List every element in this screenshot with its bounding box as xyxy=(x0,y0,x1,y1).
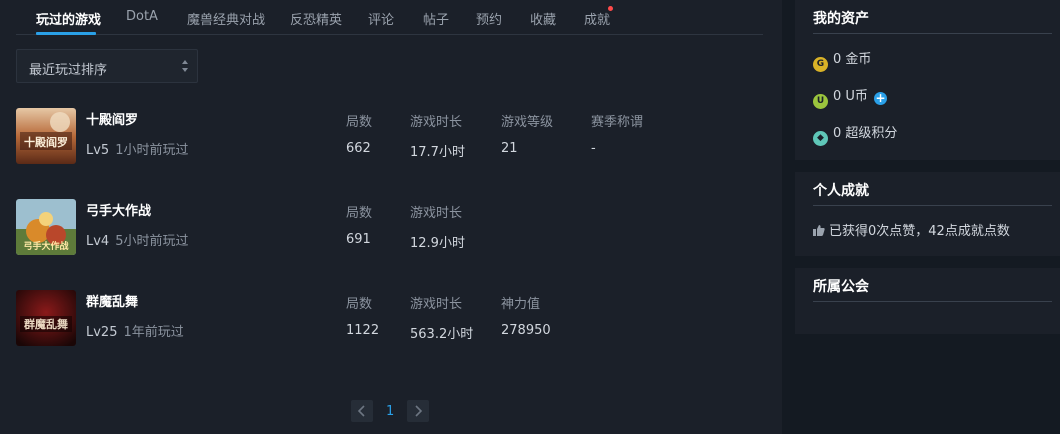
stat-label: 游戏时长 xyxy=(410,115,463,130)
last-played: 5小时前玩过 xyxy=(115,234,189,249)
super-points-icon: ◆ xyxy=(813,131,828,146)
achievements-title: 个人成就 xyxy=(813,183,869,199)
stat-value: 21 xyxy=(501,141,518,156)
notification-dot xyxy=(608,6,613,11)
sort-arrows-icon xyxy=(182,60,188,72)
stat-label: 神力值 xyxy=(501,297,541,312)
stat-value: - xyxy=(591,141,596,156)
level-value: Lv4 xyxy=(86,234,110,249)
game-cover-image[interactable]: 十殿阎罗 xyxy=(16,108,76,164)
stat-value: 12.9小时 xyxy=(410,236,465,251)
tab-favorites[interactable]: 收藏 xyxy=(530,9,556,28)
tab-comments[interactable]: 评论 xyxy=(368,9,394,28)
add-u-coin-button[interactable]: + xyxy=(874,92,888,105)
tab-achievements[interactable]: 成就 xyxy=(584,9,610,28)
game-cover-title: 十殿阎罗 xyxy=(24,135,68,149)
my-assets-panel: 我的资产 G 0 金币 U 0 U币 + ◆ 0 超级积分 xyxy=(795,0,1060,160)
stat-label: 游戏时长 xyxy=(410,297,463,312)
stat-label: 游戏等级 xyxy=(501,115,554,130)
sort-selected-label: 最近玩过排序 xyxy=(29,63,108,78)
stat-value: 662 xyxy=(346,141,371,156)
stat-label: 局数 xyxy=(346,115,373,130)
stat-value: 278950 xyxy=(501,323,551,338)
chevron-right-icon xyxy=(415,405,423,417)
gold-coin-icon: G xyxy=(813,57,828,72)
game-cover-title: 弓手大作战 xyxy=(23,240,68,252)
level-value: Lv5 xyxy=(86,143,110,158)
stat-value: 1122 xyxy=(346,323,380,338)
tab-dota[interactable]: DotA xyxy=(126,9,158,24)
thumbs-up-icon xyxy=(813,225,825,236)
played-games-panel: 玩过的游戏 DotA 魔兽经典对战 反恐精英 评论 帖子 预约 收藏 成就 最近… xyxy=(0,0,782,434)
u-coin-icon: U xyxy=(813,94,828,109)
game-row[interactable]: 群魔乱舞 群魔乱舞 Lv25 1年前玩过 局数 1122 游戏时长 563.2小时… xyxy=(16,290,756,346)
tab-reservations[interactable]: 预约 xyxy=(476,9,502,28)
divider xyxy=(813,301,1052,302)
last-played: 1小时前玩过 xyxy=(115,143,189,158)
active-tab-indicator xyxy=(36,32,96,35)
tab-counter-strike[interactable]: 反恐精英 xyxy=(290,9,342,28)
stat-value: 17.7小时 xyxy=(410,145,465,160)
guild-panel: 所属公会 xyxy=(795,268,1060,334)
stat-label: 游戏时长 xyxy=(410,206,463,221)
achievements-summary: 已获得0次点赞，42点成就点数 xyxy=(813,220,1010,239)
game-level: Lv4 5小时前玩过 xyxy=(86,230,189,249)
divider xyxy=(813,205,1052,206)
super-points-text: 0 超级积分 xyxy=(833,126,898,141)
sort-dropdown[interactable]: 最近玩过排序 xyxy=(16,49,198,83)
stat-label: 赛季称谓 xyxy=(591,115,644,130)
assets-title: 我的资产 xyxy=(813,11,869,27)
stat-label: 局数 xyxy=(346,297,373,312)
last-played: 1年前玩过 xyxy=(123,325,184,340)
chevron-left-icon xyxy=(357,405,365,417)
stat-label: 局数 xyxy=(346,206,373,221)
game-row[interactable]: 十殿阎罗 十殿阎罗 Lv5 1小时前玩过 局数 662 游戏时长 17.7小时 游… xyxy=(16,108,756,164)
achievements-panel: 个人成就 已获得0次点赞，42点成就点数 xyxy=(795,172,1060,256)
guild-title: 所属公会 xyxy=(813,279,869,295)
gold-coin-text: 0 金币 xyxy=(833,52,872,67)
level-value: Lv25 xyxy=(86,325,118,340)
tab-warcraft-classic[interactable]: 魔兽经典对战 xyxy=(187,9,265,28)
page-number[interactable]: 1 xyxy=(386,404,394,419)
game-name[interactable]: 十殿阎罗 xyxy=(86,109,138,128)
game-cover-image[interactable]: 弓手大作战 xyxy=(16,199,76,255)
tab-bar: 玩过的游戏 DotA 魔兽经典对战 反恐精英 评论 帖子 预约 收藏 成就 xyxy=(16,0,763,35)
achievements-text: 已获得0次点赞，42点成就点数 xyxy=(829,224,1010,239)
super-points-balance: ◆ 0 超级积分 xyxy=(813,122,897,146)
tab-posts[interactable]: 帖子 xyxy=(423,9,449,28)
game-cover-title: 群魔乱舞 xyxy=(23,317,68,331)
gold-coin-balance: G 0 金币 xyxy=(813,48,871,72)
tab-played-games[interactable]: 玩过的游戏 xyxy=(36,9,101,28)
u-coin-text: 0 U币 xyxy=(833,89,868,104)
u-coin-balance: U 0 U币 + xyxy=(813,85,888,109)
next-page-button[interactable] xyxy=(407,400,429,422)
stat-value: 691 xyxy=(346,232,371,247)
game-row[interactable]: 弓手大作战 弓手大作战 Lv4 5小时前玩过 局数 691 游戏时长 12.9小时 xyxy=(16,199,756,255)
game-cover-image[interactable]: 群魔乱舞 xyxy=(16,290,76,346)
game-level: Lv5 1小时前玩过 xyxy=(86,139,189,158)
game-name[interactable]: 弓手大作战 xyxy=(86,200,151,219)
game-name[interactable]: 群魔乱舞 xyxy=(86,291,138,310)
divider xyxy=(813,33,1052,34)
prev-page-button[interactable] xyxy=(351,400,373,422)
game-level: Lv25 1年前玩过 xyxy=(86,321,184,340)
stat-value: 563.2小时 xyxy=(410,327,474,342)
